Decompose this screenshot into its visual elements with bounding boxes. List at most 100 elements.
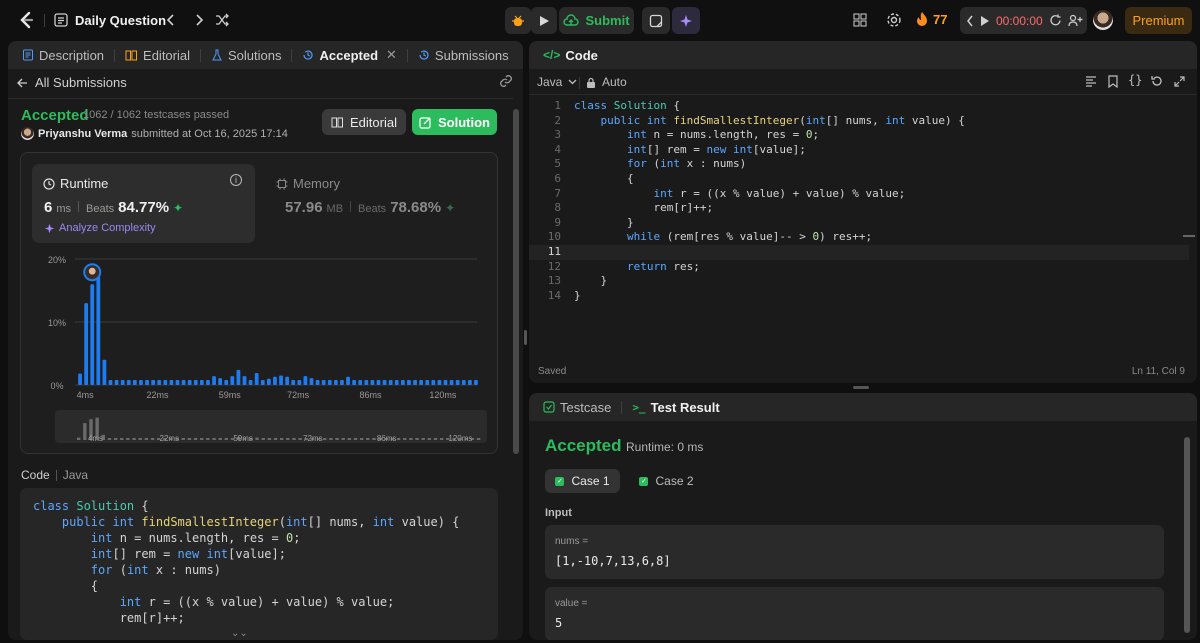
bar[interactable] bbox=[90, 284, 95, 385]
tab-test-result[interactable]: >_ Test Result bbox=[628, 400, 723, 415]
code-line[interactable]: 1 class Solution { bbox=[529, 99, 1189, 114]
case-1-tab[interactable]: ✓ Case 1 bbox=[545, 469, 620, 493]
bar[interactable] bbox=[474, 379, 478, 385]
bar[interactable] bbox=[407, 379, 411, 385]
tab-editorial[interactable]: Editorial bbox=[121, 48, 194, 63]
shuffle-icon[interactable] bbox=[214, 12, 230, 28]
code-line[interactable]: 4 int[] rem = new int[value]; bbox=[529, 143, 1189, 158]
bar[interactable] bbox=[400, 379, 405, 385]
layout-icon[interactable] bbox=[853, 13, 867, 27]
bar[interactable] bbox=[370, 379, 375, 385]
bar[interactable] bbox=[139, 379, 143, 385]
streak-counter[interactable]: 77 bbox=[915, 11, 947, 27]
bar[interactable] bbox=[413, 379, 417, 385]
bar[interactable] bbox=[431, 379, 436, 385]
tab-code[interactable]: </> Code bbox=[539, 48, 602, 63]
problem-list-title[interactable]: Daily Question bbox=[75, 13, 166, 28]
avatar[interactable] bbox=[1093, 10, 1113, 30]
bar[interactable] bbox=[315, 379, 320, 385]
submit-button[interactable]: Submit bbox=[559, 7, 634, 34]
bar[interactable] bbox=[151, 379, 156, 385]
language-select[interactable]: Java bbox=[537, 75, 577, 89]
bar[interactable] bbox=[212, 376, 216, 385]
close-icon[interactable]: ✕ bbox=[386, 47, 397, 63]
run-button[interactable] bbox=[531, 7, 557, 34]
bar[interactable] bbox=[321, 379, 326, 385]
bar[interactable] bbox=[382, 379, 387, 385]
tab-submissions[interactable]: Submissions bbox=[414, 48, 513, 63]
bar[interactable] bbox=[206, 379, 210, 385]
bar[interactable] bbox=[230, 376, 235, 385]
bar[interactable] bbox=[169, 379, 174, 385]
bar[interactable] bbox=[340, 379, 344, 385]
bar[interactable] bbox=[242, 376, 247, 385]
bar[interactable] bbox=[175, 379, 180, 385]
bar[interactable] bbox=[102, 359, 107, 385]
reset-icon[interactable] bbox=[1151, 75, 1163, 90]
bar[interactable] bbox=[327, 379, 332, 385]
bar[interactable] bbox=[467, 379, 472, 385]
vertical-splitter[interactable] bbox=[524, 330, 527, 345]
leetcode-logo-icon[interactable] bbox=[16, 10, 36, 30]
bar[interactable] bbox=[437, 379, 442, 385]
avatar[interactable] bbox=[21, 127, 34, 140]
gear-icon[interactable] bbox=[886, 12, 902, 28]
bar[interactable] bbox=[108, 379, 113, 385]
result-scrollbar[interactable] bbox=[1184, 437, 1190, 633]
back-to-submissions[interactable]: All Submissions bbox=[16, 75, 127, 90]
bar[interactable] bbox=[114, 379, 119, 385]
chevron-right-icon[interactable] bbox=[192, 12, 206, 28]
bar[interactable] bbox=[254, 373, 259, 385]
bar[interactable] bbox=[346, 376, 350, 385]
tab-testcase[interactable]: Testcase bbox=[539, 400, 615, 415]
add-user-icon[interactable] bbox=[1068, 14, 1083, 27]
bar[interactable] bbox=[273, 376, 277, 385]
code-line[interactable]: 14} bbox=[529, 289, 1189, 304]
play-icon[interactable] bbox=[980, 15, 990, 27]
bar[interactable] bbox=[248, 379, 253, 385]
bar[interactable] bbox=[96, 276, 101, 385]
bar[interactable] bbox=[199, 379, 204, 385]
link-icon[interactable] bbox=[499, 74, 513, 91]
bar[interactable] bbox=[333, 379, 338, 385]
bar[interactable] bbox=[120, 379, 125, 385]
bar[interactable] bbox=[279, 375, 283, 385]
code-line[interactable]: 12 return res; bbox=[529, 260, 1189, 275]
bar[interactable] bbox=[461, 379, 466, 385]
bar[interactable] bbox=[181, 379, 186, 385]
code-line[interactable]: 7 int r = ((x % value) + value) % value; bbox=[529, 187, 1189, 202]
bar[interactable] bbox=[84, 303, 89, 385]
chevron-left-icon[interactable] bbox=[164, 12, 178, 28]
runtime-card[interactable]: Runtime i 6 ms Beats 84.77% ✦ Analyze Co… bbox=[32, 164, 255, 243]
bar[interactable] bbox=[297, 379, 302, 385]
bar[interactable] bbox=[126, 379, 131, 385]
debug-button[interactable] bbox=[505, 7, 531, 34]
case-2-tab[interactable]: ✓ Case 2 bbox=[629, 469, 704, 493]
bar[interactable] bbox=[78, 373, 82, 385]
bar[interactable] bbox=[291, 379, 296, 385]
bar[interactable] bbox=[358, 379, 363, 385]
code-line[interactable]: 3 int n = nums.length, res = 0; bbox=[529, 128, 1189, 143]
editor-scrollbar[interactable] bbox=[1182, 106, 1196, 346]
bar[interactable] bbox=[394, 379, 399, 385]
bar[interactable] bbox=[132, 379, 137, 385]
bar[interactable] bbox=[303, 376, 308, 385]
analyze-complexity-link[interactable]: Analyze Complexity bbox=[44, 222, 156, 234]
bar[interactable] bbox=[455, 379, 460, 385]
code-line[interactable]: 8 rem[r]++; bbox=[529, 201, 1189, 216]
problem-list-icon[interactable] bbox=[54, 13, 68, 27]
bar[interactable] bbox=[145, 379, 149, 385]
code-line[interactable]: 9 } bbox=[529, 216, 1189, 231]
notes-button[interactable] bbox=[642, 7, 670, 34]
bar[interactable] bbox=[419, 379, 424, 385]
bar[interactable] bbox=[449, 379, 454, 385]
code-editor[interactable]: 1 class Solution {2 public int findSmalle… bbox=[529, 99, 1189, 359]
bar[interactable] bbox=[309, 378, 314, 385]
bar[interactable] bbox=[224, 379, 229, 385]
bar[interactable] bbox=[425, 379, 430, 385]
runtime-range-slider[interactable]: 4ms 22ms 59ms 72ms 86ms 120ms bbox=[55, 410, 487, 443]
code-line[interactable]: 6 { bbox=[529, 172, 1189, 187]
bar[interactable] bbox=[157, 379, 162, 385]
code-line[interactable]: 13 } bbox=[529, 274, 1189, 289]
expand-code-icon[interactable]: ⌄⌄ bbox=[231, 628, 248, 639]
